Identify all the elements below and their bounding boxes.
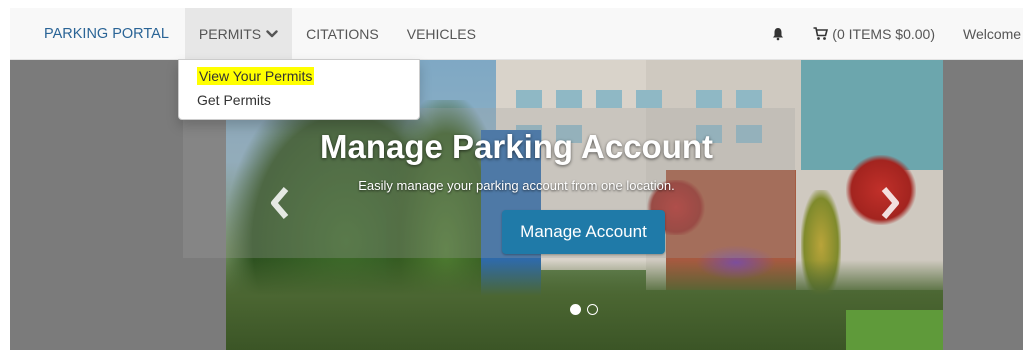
carousel-indicators: [570, 304, 598, 315]
brand-link[interactable]: PARKING PORTAL: [10, 8, 185, 59]
cart-link[interactable]: (0 ITEMS $0.00): [813, 26, 935, 42]
menu-item-label: Get Permits: [197, 92, 271, 108]
menu-item-get-permits[interactable]: Get Permits: [179, 90, 419, 114]
chevron-right-icon[interactable]: [878, 185, 902, 221]
window: [696, 90, 722, 108]
lawn: [846, 310, 943, 350]
welcome-text[interactable]: Welcome: [963, 26, 1023, 42]
window: [596, 90, 622, 108]
carousel-dot-1[interactable]: [570, 304, 581, 315]
hero-carousel: Manage Parking Account Easily manage you…: [10, 60, 1023, 350]
hero-title: Manage Parking Account: [319, 128, 714, 165]
hero-subtitle: Easily manage your parking account from …: [358, 178, 675, 193]
nav-vehicles[interactable]: VEHICLES: [393, 8, 490, 59]
manage-account-button[interactable]: Manage Account: [502, 210, 665, 254]
nav-permits-label: PERMITS: [198, 25, 262, 42]
cart-icon: [813, 26, 829, 40]
chevron-left-icon[interactable]: [268, 185, 292, 221]
cart-summary: (0 ITEMS $0.00): [832, 25, 935, 42]
window: [516, 90, 542, 108]
window: [736, 90, 762, 108]
window: [556, 90, 582, 108]
menu-item-view-your-permits[interactable]: View Your Permits: [179, 66, 419, 90]
nav-permits[interactable]: PERMITS: [184, 8, 293, 59]
carousel-dot-2[interactable]: [587, 304, 598, 315]
permits-dropdown: View Your Permits Get Permits: [178, 59, 420, 120]
menu-item-label: View Your Permits: [197, 67, 315, 85]
nav-citations[interactable]: CITATIONS: [292, 8, 393, 59]
top-navbar: PARKING PORTAL PERMITS CITATIONS VEHICLE…: [10, 8, 1023, 60]
chevron-down-icon: [266, 29, 278, 37]
window: [636, 90, 662, 108]
bell-icon[interactable]: [771, 27, 785, 41]
